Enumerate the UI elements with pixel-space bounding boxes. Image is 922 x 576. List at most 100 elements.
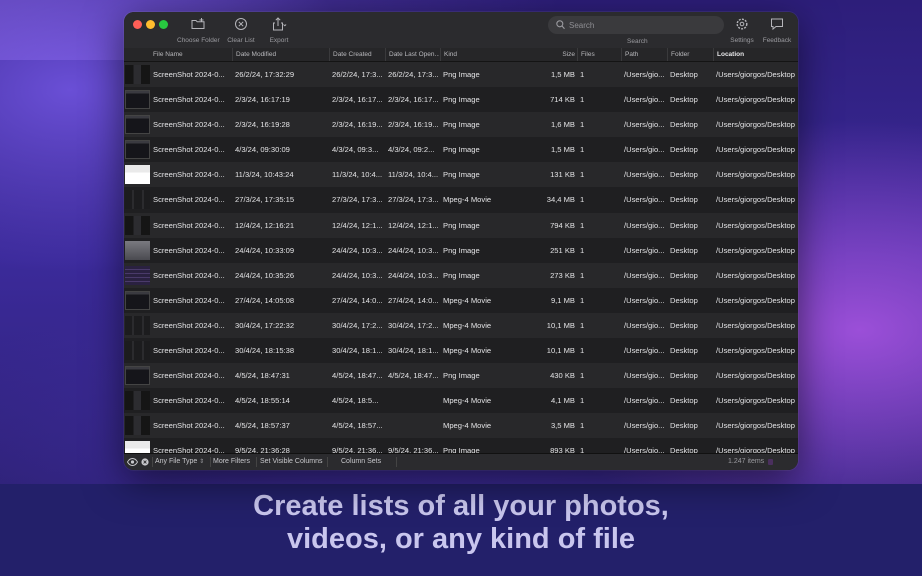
feedback-button[interactable]: Feedback <box>761 16 793 44</box>
cell-path: /Users/gio... <box>624 120 665 130</box>
export-button[interactable]: Export <box>264 16 294 44</box>
table-row[interactable]: ScreenShot 2024-0... 2/3/24, 16:17:19 2/3/… <box>124 87 798 113</box>
cell-date-created: 26/2/24, 17:3... <box>332 70 382 79</box>
cell-files: 1 <box>580 120 585 130</box>
cell-files: 1 <box>580 371 585 381</box>
cell-size: 251 KB <box>550 245 575 255</box>
cell-date-modified: 4/3/24, 09:30:09 <box>235 145 290 155</box>
file-thumbnail <box>125 90 150 110</box>
cell-kind: Mpeg-4 Movie <box>443 195 492 205</box>
cell-folder: Desktop <box>670 371 698 381</box>
cell-files: 1 <box>580 346 585 356</box>
column-header-date-last-opened[interactable]: Date Last Open... <box>385 48 439 61</box>
clear-list-button[interactable]: Clear List <box>226 16 256 44</box>
table-row[interactable]: ScreenShot 2024-0... 27/3/24, 17:35:15 27/… <box>124 187 798 213</box>
table-row[interactable]: ScreenShot 2024-0... 4/5/24, 18:57:37 4/5/… <box>124 413 798 439</box>
cell-file-name: ScreenShot 2024-0... <box>153 295 225 305</box>
cell-file-name: ScreenShot 2024-0... <box>153 446 225 454</box>
table-row[interactable]: ScreenShot 2024-0... 4/5/24, 18:55:14 4/5/… <box>124 388 798 414</box>
cell-date-last-opened <box>388 388 438 413</box>
cell-kind: Png Image <box>443 245 480 255</box>
cell-folder: Desktop <box>670 245 698 255</box>
column-header-kind[interactable]: Kind <box>440 48 524 61</box>
table-row[interactable]: ScreenShot 2024-0... 4/3/24, 09:30:09 4/3/… <box>124 137 798 163</box>
cell-files: 1 <box>580 320 585 330</box>
table-row[interactable]: ScreenShot 2024-0... 26/2/24, 17:32:29 26/… <box>124 62 798 88</box>
table-row[interactable]: ScreenShot 2024-0... 24/4/24, 10:33:09 24/… <box>124 237 798 263</box>
file-table: ScreenShot 2024-0... 26/2/24, 17:32:29 26/… <box>124 62 798 454</box>
cell-size: 10,1 MB <box>546 346 575 356</box>
cell-folder: Desktop <box>670 220 698 230</box>
search-field[interactable] <box>548 16 724 34</box>
cell-size: 34,4 MB <box>546 195 575 205</box>
cell-date-modified: 27/3/24, 17:35:15 <box>235 195 295 205</box>
choose-folder-button[interactable]: Choose Folder <box>177 16 220 44</box>
cell-date-created: 30/4/24, 18:1... <box>332 346 382 356</box>
cell-files: 1 <box>580 295 585 305</box>
cell-date-modified: 2/3/24, 16:17:19 <box>235 95 290 105</box>
column-header-files[interactable]: Files <box>577 48 619 61</box>
cell-files: 1 <box>580 170 585 180</box>
zoom-window-button[interactable] <box>159 20 168 29</box>
cell-path: /Users/gio... <box>624 320 665 330</box>
cell-kind: Png Image <box>443 371 480 381</box>
column-header-date-created[interactable]: Date Created <box>329 48 383 61</box>
cell-folder: Desktop <box>670 120 698 130</box>
cell-size: 10,1 MB <box>546 320 575 330</box>
cell-date-last-opened: 24/4/24, 10:3... <box>388 245 438 255</box>
cell-size: 1,5 MB <box>550 145 575 155</box>
cell-path: /Users/gio... <box>624 295 665 305</box>
table-row[interactable]: ScreenShot 2024-0... 11/3/24, 10:43:24 11/… <box>124 162 798 188</box>
table-row[interactable]: ScreenShot 2024-0... 30/4/24, 17:22:32 30/… <box>124 312 798 339</box>
cell-files: 1 <box>580 220 585 230</box>
cell-kind: Mpeg-4 Movie <box>443 346 492 356</box>
column-header-file-name[interactable]: File Name <box>153 48 231 61</box>
cell-folder: Desktop <box>670 346 698 356</box>
table-row[interactable]: ScreenShot 2024-0... 24/4/24, 10:35:26 24/… <box>124 262 798 288</box>
settings-button[interactable]: Settings <box>728 16 756 44</box>
table-row[interactable]: ScreenShot 2024-0... 12/4/24, 12:16:21 12/… <box>124 212 798 238</box>
cell-date-created: 24/4/24, 10:3... <box>332 270 382 280</box>
cell-path: /Users/gio... <box>624 396 665 406</box>
cell-folder: Desktop <box>670 295 698 305</box>
cell-kind: Png Image <box>443 220 480 230</box>
more-filters-button[interactable]: More Filters <box>213 454 250 470</box>
caption-line-1: Create lists of all your photos, <box>253 490 669 522</box>
table-row[interactable]: ScreenShot 2024-0... 27/4/24, 14:05:08 27/… <box>124 287 798 313</box>
file-thumbnail <box>125 416 150 436</box>
clear-filter-icon[interactable] <box>141 458 149 466</box>
cell-file-name: ScreenShot 2024-0... <box>153 95 225 105</box>
table-row[interactable]: ScreenShot 2024-0... 2/3/24, 16:19:28 2/3/… <box>124 112 798 138</box>
file-type-select[interactable]: Any File Type ⇕ <box>155 454 204 470</box>
cell-files: 1 <box>580 195 585 205</box>
column-header-path[interactable]: Path <box>621 48 665 61</box>
search-label: Search <box>627 38 648 45</box>
cell-size: 1,6 MB <box>550 120 575 130</box>
set-visible-columns-button[interactable]: Set Visible Columns <box>260 454 323 470</box>
cell-date-last-opened: 30/4/24, 17:2... <box>388 320 438 330</box>
cell-kind: Png Image <box>443 95 480 105</box>
cell-location: /Users/giorgos/Desktop <box>716 220 795 230</box>
cell-date-modified: 30/4/24, 18:15:38 <box>235 346 295 356</box>
cell-location: /Users/giorgos/Desktop <box>716 371 795 381</box>
cell-path: /Users/gio... <box>624 245 665 255</box>
table-row[interactable]: ScreenShot 2024-0... 30/4/24, 18:15:38 30/… <box>124 338 798 364</box>
folder-plus-icon <box>191 18 205 29</box>
column-header-folder[interactable]: Folder <box>667 48 711 61</box>
column-header-size[interactable]: Size <box>524 48 575 61</box>
column-header-location[interactable]: Location <box>713 48 797 61</box>
minimize-window-button[interactable] <box>146 20 155 29</box>
eye-icon[interactable] <box>127 458 138 466</box>
cell-location: /Users/giorgos/Desktop <box>716 320 795 330</box>
table-row[interactable]: ScreenShot 2024-0... 4/5/24, 18:47:31 4/5/… <box>124 363 798 389</box>
table-row[interactable]: ScreenShot 2024-0... 9/5/24, 21:36:28 9/5/… <box>124 438 798 454</box>
cell-size: 794 KB <box>550 220 575 230</box>
cell-date-created: 9/5/24, 21:36... <box>332 446 382 454</box>
search-input[interactable] <box>569 18 717 32</box>
column-sets-button[interactable]: Column Sets <box>341 454 381 470</box>
file-thumbnail <box>125 290 150 310</box>
column-header-date-modified[interactable]: Date Modified <box>232 48 328 61</box>
cell-kind: Mpeg-4 Movie <box>443 320 492 330</box>
close-window-button[interactable] <box>133 20 142 29</box>
caption-line-2: videos, or any kind of file <box>286 523 636 555</box>
